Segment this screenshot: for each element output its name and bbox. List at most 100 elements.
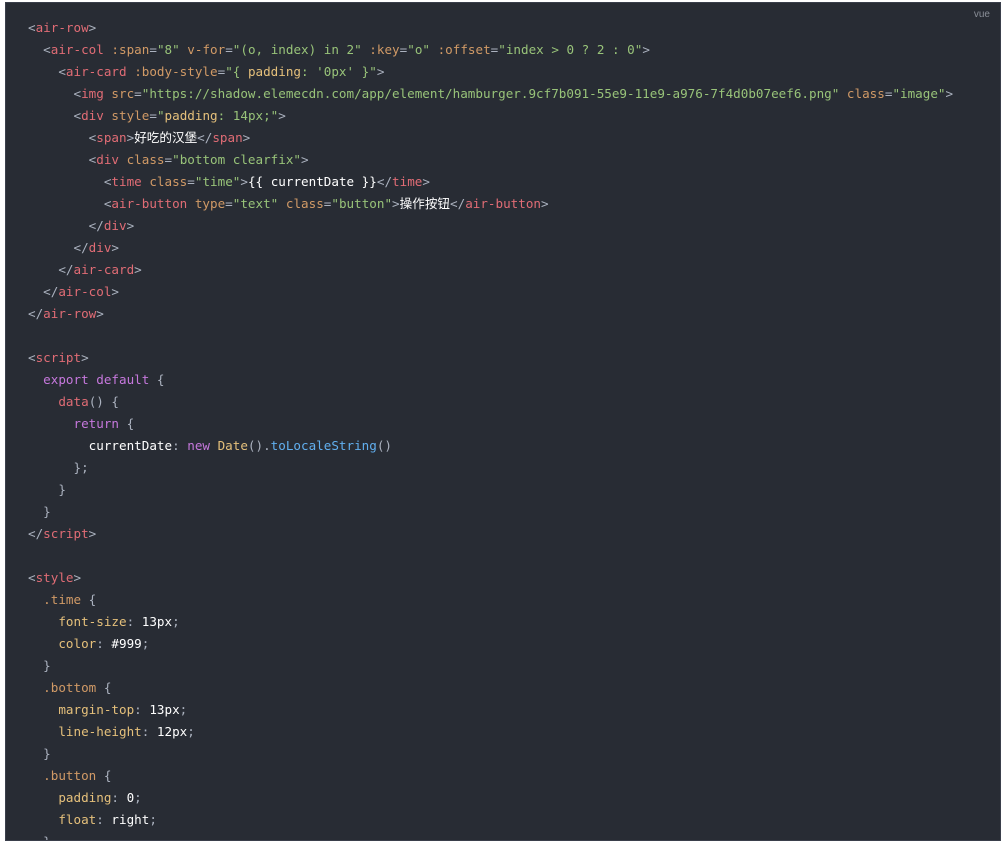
code-token: "(o, index) in 2" — [232, 42, 362, 57]
code-token: </ — [28, 284, 59, 299]
code-token: > — [88, 20, 97, 35]
code-token: > — [541, 196, 549, 211]
code-token: div — [96, 152, 119, 167]
code-line: </air-row> — [28, 303, 953, 325]
code-line: <air-card :body-style="{ padding: '0px' … — [28, 61, 953, 83]
code-token: </ — [28, 262, 74, 277]
code-token: :span — [111, 42, 150, 57]
code-token: air-row — [35, 20, 89, 35]
code-token: air-button — [465, 196, 542, 211]
code-token: class — [149, 174, 188, 189]
code-token: .bottom — [28, 680, 97, 695]
code-token: 13px — [141, 614, 173, 629]
code-token: </ — [28, 526, 44, 541]
code-token: () — [376, 438, 392, 453]
code-token: font-size — [28, 614, 127, 629]
code-token: = — [134, 86, 142, 101]
code-token: : — [126, 614, 142, 629]
code-token: = — [164, 152, 173, 167]
code-token: </ — [450, 196, 466, 211]
code-line: }; — [28, 457, 953, 479]
code-token: margin-top — [28, 702, 135, 717]
code-token: ; — [179, 702, 188, 717]
code-token: < — [28, 570, 36, 585]
code-token: ; — [134, 790, 142, 805]
code-line: </script> — [28, 523, 953, 545]
code-line: } — [28, 655, 953, 677]
code-token: air-card — [65, 64, 127, 79]
code-token: div — [81, 108, 104, 123]
code-line: } — [28, 743, 953, 765]
code-token: span — [212, 130, 243, 145]
code-token: "text" — [232, 196, 279, 211]
code-line: <img src="https://shadow.elemecdn.com/ap… — [28, 83, 953, 105]
code-token: : — [111, 790, 127, 805]
code-token: default — [96, 372, 150, 387]
code-line: export default { — [28, 369, 953, 391]
code-token: toLocaleString — [270, 438, 377, 453]
code-token: air-row — [43, 306, 97, 321]
code-line: <air-col :span="8" v-for="(o, index) in … — [28, 39, 953, 61]
code-token: air-col — [50, 42, 104, 57]
code-token: } — [28, 658, 51, 673]
code-token: < — [28, 174, 112, 189]
code-token: "bottom clearfix" — [172, 152, 302, 167]
code-token: } — [28, 834, 51, 840]
code-token: }; — [28, 460, 89, 475]
code-line: line-height: 12px; — [28, 721, 953, 743]
code-token: script — [43, 526, 89, 541]
code-block: vue <air-row> <air-col :span="8" v-for="… — [5, 2, 1001, 841]
code-token: .button — [28, 768, 97, 783]
code-token: : — [96, 812, 112, 827]
code-token: ; — [141, 636, 150, 651]
code-token: span — [96, 130, 127, 145]
code-token: } — [28, 482, 66, 497]
code-token: > — [278, 108, 286, 123]
code-token: "{ — [225, 64, 248, 79]
code-token: > — [422, 174, 430, 189]
code-token: = — [225, 196, 233, 211]
code-token: </ — [197, 130, 213, 145]
code-token: { — [119, 416, 135, 431]
code-line: currentDate: new Date().toLocaleString() — [28, 435, 953, 457]
code-line: .bottom { — [28, 677, 953, 699]
code-line: float: right; — [28, 809, 953, 831]
code-token: "button" — [331, 196, 393, 211]
code-token: < — [28, 152, 97, 167]
code-token: < — [28, 64, 66, 79]
code-token: } — [28, 504, 51, 519]
code-token: > — [945, 86, 954, 101]
code-token: > — [392, 196, 400, 211]
code-token: = — [225, 42, 233, 57]
code-token: " — [156, 108, 165, 123]
code-line: </air-card> — [28, 259, 953, 281]
code-token: ; — [149, 812, 157, 827]
code-token: img — [81, 86, 104, 101]
code-token: padding — [164, 108, 218, 123]
code-token: v-for — [187, 42, 226, 57]
code-token: > — [81, 350, 89, 365]
code-token: right — [111, 812, 150, 827]
code-line: <div style="padding: 14px;"> — [28, 105, 953, 127]
code-token: div — [103, 218, 127, 233]
code-token: padding — [28, 790, 112, 805]
code-token: : — [134, 702, 150, 717]
code-token: air-col — [58, 284, 112, 299]
code-token: 12px — [156, 724, 188, 739]
code-line: <div class="bottom clearfix"> — [28, 149, 953, 171]
code-token: = — [149, 42, 157, 57]
code-token: </ — [376, 174, 393, 189]
code-token: :key — [369, 42, 400, 57]
code-token: :body-style — [134, 64, 218, 79]
code-token: ; — [172, 614, 180, 629]
code-token: #999 — [111, 636, 142, 651]
code-token: < — [28, 108, 82, 123]
code-token: > — [642, 42, 650, 57]
code-line: </div> — [28, 215, 953, 237]
code-token: {{ currentDate }} — [247, 174, 377, 189]
code-token: : — [141, 724, 157, 739]
